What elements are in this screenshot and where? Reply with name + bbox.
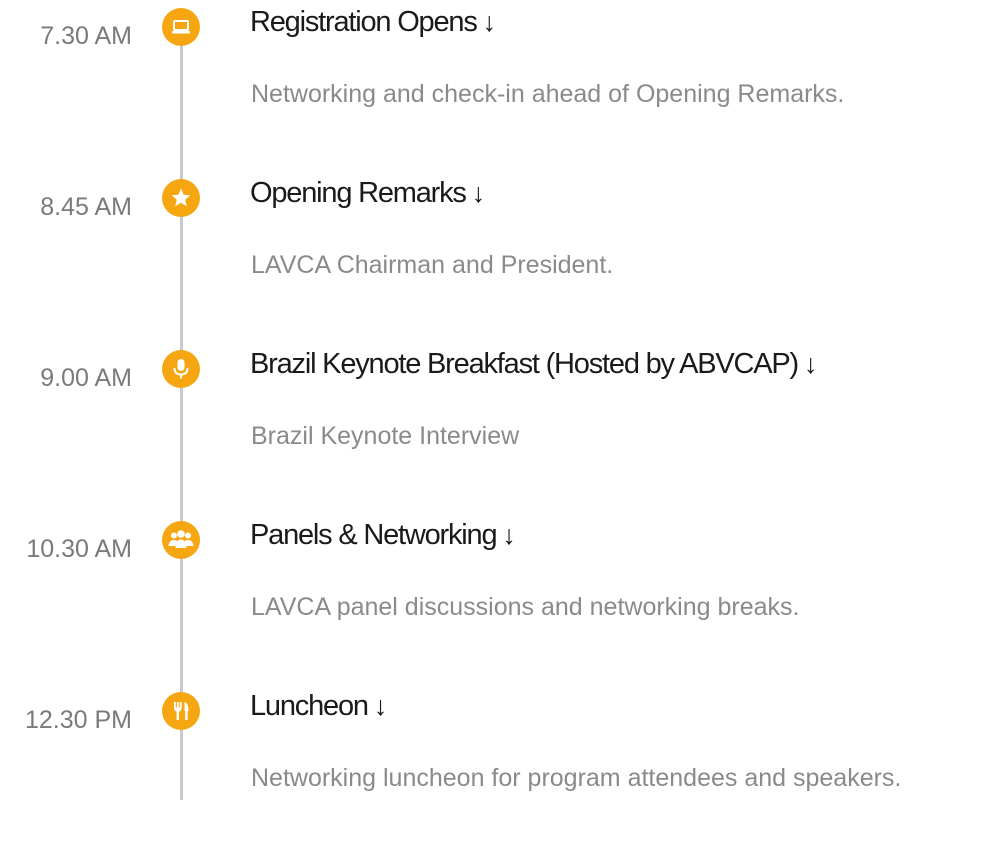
timeline-event: 12.30 PM Luncheon ↓ Networking luncheon f… [0, 684, 1000, 854]
timeline-event: 7.30 AM Registration Opens ↓ Networking a… [0, 0, 1000, 170]
star-icon [162, 179, 200, 217]
event-title-toggle[interactable]: Registration Opens ↓ [250, 6, 496, 39]
microphone-icon [162, 350, 200, 388]
event-title-toggle[interactable]: Brazil Keynote Breakfast (Hosted by ABVC… [250, 348, 818, 381]
event-time: 9.00 AM [40, 364, 132, 392]
event-title-text: Luncheon [250, 690, 369, 722]
expand-arrow-icon: ↓ [482, 7, 497, 37]
expand-arrow-icon: ↓ [373, 691, 388, 721]
agenda-timeline: 7.30 AM Registration Opens ↓ Networking a… [0, 0, 1000, 800]
event-description: Networking luncheon for program attendee… [251, 764, 902, 792]
event-title-toggle[interactable]: Luncheon ↓ [250, 690, 387, 723]
event-time: 12.30 PM [24, 706, 132, 734]
event-time: 7.30 AM [40, 22, 132, 50]
expand-arrow-icon: ↓ [471, 178, 486, 208]
timeline-event: 10.30 AM Panels & Networking ↓ LAVCA pane… [0, 513, 1000, 683]
event-title-toggle[interactable]: Panels & Networking ↓ [250, 519, 516, 552]
event-description: Networking and check-in ahead of Opening… [251, 80, 845, 108]
timeline-event: 9.00 AM Brazil Keynote Breakfast (Hosted… [0, 342, 1000, 512]
event-title-text: Brazil Keynote Breakfast (Hosted by ABVC… [250, 348, 799, 380]
event-title-text: Panels & Networking [250, 519, 498, 551]
timeline-event: 8.45 AM Opening Remarks ↓ LAVCA Chairman … [0, 171, 1000, 341]
laptop-icon [162, 8, 200, 46]
expand-arrow-icon: ↓ [502, 520, 516, 550]
expand-arrow-icon: ↓ [804, 349, 818, 379]
event-description: Brazil Keynote Interview [251, 422, 520, 450]
group-icon [162, 521, 200, 559]
event-description: LAVCA Chairman and President. [251, 251, 614, 279]
event-time: 8.45 AM [40, 193, 132, 221]
event-title-toggle[interactable]: Opening Remarks ↓ [250, 177, 485, 210]
event-title-text: Registration Opens [250, 6, 478, 38]
event-description: LAVCA panel discussions and networking b… [251, 593, 800, 621]
utensils-icon [162, 692, 200, 730]
event-title-text: Opening Remarks [250, 177, 467, 209]
event-time: 10.30 AM [26, 535, 132, 563]
